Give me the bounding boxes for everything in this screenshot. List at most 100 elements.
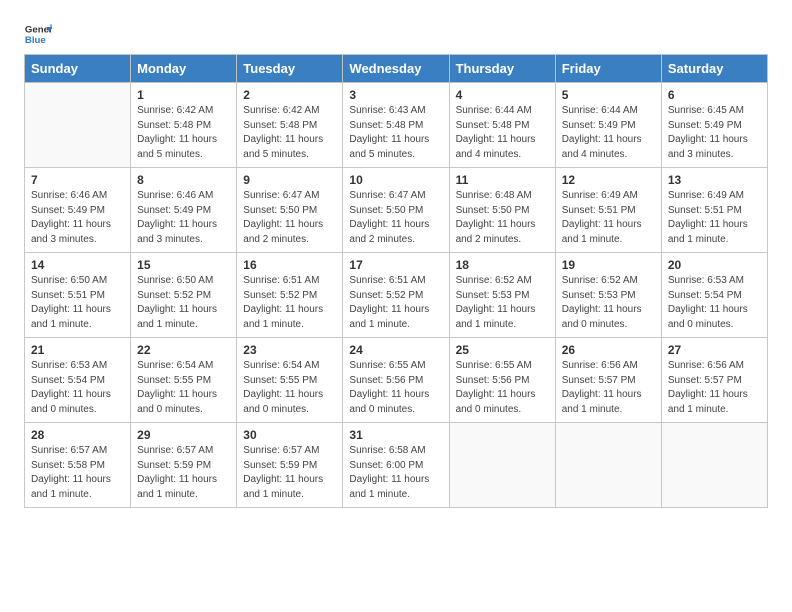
calendar-cell — [661, 423, 767, 508]
page-header: General Blue — [24, 20, 768, 48]
calendar-cell — [25, 83, 131, 168]
calendar-cell: 17 Sunrise: 6:51 AMSunset: 5:52 PMDayligh… — [343, 253, 449, 338]
day-info: Sunrise: 6:50 AMSunset: 5:52 PMDaylight:… — [137, 274, 230, 332]
day-number: 15 — [137, 258, 230, 272]
day-number: 1 — [137, 88, 230, 102]
day-info: Sunrise: 6:46 AMSunset: 5:49 PMDaylight:… — [31, 189, 124, 247]
day-info: Sunrise: 6:55 AMSunset: 5:56 PMDaylight:… — [456, 359, 549, 417]
day-number: 3 — [349, 88, 442, 102]
day-number: 30 — [243, 428, 336, 442]
day-info: Sunrise: 6:49 AMSunset: 5:51 PMDaylight:… — [562, 189, 655, 247]
day-info: Sunrise: 6:51 AMSunset: 5:52 PMDaylight:… — [349, 274, 442, 332]
day-info: Sunrise: 6:58 AMSunset: 6:00 PMDaylight:… — [349, 444, 442, 502]
day-info: Sunrise: 6:49 AMSunset: 5:51 PMDaylight:… — [668, 189, 761, 247]
day-number: 28 — [31, 428, 124, 442]
day-info: Sunrise: 6:47 AMSunset: 5:50 PMDaylight:… — [349, 189, 442, 247]
calendar-cell: 7Sunrise: 6:46 AMSunset: 5:49 PMDaylight… — [25, 168, 131, 253]
calendar-week-row: 7Sunrise: 6:46 AMSunset: 5:49 PMDaylight… — [25, 168, 768, 253]
calendar-cell: 11 Sunrise: 6:48 AMSunset: 5:50 PMDayligh… — [449, 168, 555, 253]
day-info: Sunrise: 6:43 AMSunset: 5:48 PMDaylight:… — [349, 104, 442, 162]
calendar-cell: 24 Sunrise: 6:55 AMSunset: 5:56 PMDayligh… — [343, 338, 449, 423]
calendar-cell: 31 Sunrise: 6:58 AMSunset: 6:00 PMDayligh… — [343, 423, 449, 508]
calendar-week-row: 1 Sunrise: 6:42 AMSunset: 5:48 PMDaylight… — [25, 83, 768, 168]
day-number: 16 — [243, 258, 336, 272]
day-number: 23 — [243, 343, 336, 357]
calendar-cell: 18 Sunrise: 6:52 AMSunset: 5:53 PMDayligh… — [449, 253, 555, 338]
calendar-cell: 12Sunrise: 6:49 AMSunset: 5:51 PMDayligh… — [555, 168, 661, 253]
day-number: 10 — [349, 173, 442, 187]
day-number: 22 — [137, 343, 230, 357]
day-info: Sunrise: 6:56 AMSunset: 5:57 PMDaylight:… — [668, 359, 761, 417]
day-number: 18 — [456, 258, 549, 272]
day-info: Sunrise: 6:45 AMSunset: 5:49 PMDaylight:… — [668, 104, 761, 162]
calendar-cell: 20Sunrise: 6:53 AMSunset: 5:54 PMDayligh… — [661, 253, 767, 338]
day-info: Sunrise: 6:57 AMSunset: 5:58 PMDaylight:… — [31, 444, 124, 502]
calendar-cell: 21 Sunrise: 6:53 AMSunset: 5:54 PMDayligh… — [25, 338, 131, 423]
day-number: 24 — [349, 343, 442, 357]
day-number: 6 — [668, 88, 761, 102]
svg-text:Blue: Blue — [25, 35, 46, 46]
day-info: Sunrise: 6:55 AMSunset: 5:56 PMDaylight:… — [349, 359, 442, 417]
day-number: 13 — [668, 173, 761, 187]
calendar-cell: 22Sunrise: 6:54 AMSunset: 5:55 PMDayligh… — [131, 338, 237, 423]
day-number: 9 — [243, 173, 336, 187]
calendar-cell: 23 Sunrise: 6:54 AMSunset: 5:55 PMDayligh… — [237, 338, 343, 423]
day-number: 29 — [137, 428, 230, 442]
day-number: 19 — [562, 258, 655, 272]
day-info: Sunrise: 6:46 AMSunset: 5:49 PMDaylight:… — [137, 189, 230, 247]
day-info: Sunrise: 6:50 AMSunset: 5:51 PMDaylight:… — [31, 274, 124, 332]
calendar-header-row: SundayMondayTuesdayWednesdayThursdayFrid… — [25, 55, 768, 83]
calendar-week-row: 14 Sunrise: 6:50 AMSunset: 5:51 PMDayligh… — [25, 253, 768, 338]
calendar-cell: 5Sunrise: 6:44 AMSunset: 5:49 PMDaylight… — [555, 83, 661, 168]
day-info: Sunrise: 6:57 AMSunset: 5:59 PMDaylight:… — [137, 444, 230, 502]
day-info: Sunrise: 6:47 AMSunset: 5:50 PMDaylight:… — [243, 189, 336, 247]
day-info: Sunrise: 6:52 AMSunset: 5:53 PMDaylight:… — [456, 274, 549, 332]
col-header-wednesday: Wednesday — [343, 55, 449, 83]
col-header-tuesday: Tuesday — [237, 55, 343, 83]
calendar-cell: 10 Sunrise: 6:47 AMSunset: 5:50 PMDayligh… — [343, 168, 449, 253]
calendar-cell: 15 Sunrise: 6:50 AMSunset: 5:52 PMDayligh… — [131, 253, 237, 338]
calendar-cell: 27Sunrise: 6:56 AMSunset: 5:57 PMDayligh… — [661, 338, 767, 423]
day-info: Sunrise: 6:51 AMSunset: 5:52 PMDaylight:… — [243, 274, 336, 332]
calendar-cell: 26 Sunrise: 6:56 AMSunset: 5:57 PMDayligh… — [555, 338, 661, 423]
day-number: 26 — [562, 343, 655, 357]
day-info: Sunrise: 6:56 AMSunset: 5:57 PMDaylight:… — [562, 359, 655, 417]
col-header-thursday: Thursday — [449, 55, 555, 83]
calendar-cell — [449, 423, 555, 508]
col-header-saturday: Saturday — [661, 55, 767, 83]
day-info: Sunrise: 6:53 AMSunset: 5:54 PMDaylight:… — [31, 359, 124, 417]
calendar-cell: 29 Sunrise: 6:57 AMSunset: 5:59 PMDayligh… — [131, 423, 237, 508]
calendar-cell: 3 Sunrise: 6:43 AMSunset: 5:48 PMDaylight… — [343, 83, 449, 168]
calendar-cell: 13 Sunrise: 6:49 AMSunset: 5:51 PMDayligh… — [661, 168, 767, 253]
calendar-cell: 25 Sunrise: 6:55 AMSunset: 5:56 PMDayligh… — [449, 338, 555, 423]
day-number: 14 — [31, 258, 124, 272]
day-info: Sunrise: 6:44 AMSunset: 5:48 PMDaylight:… — [456, 104, 549, 162]
calendar-week-row: 28 Sunrise: 6:57 AMSunset: 5:58 PMDayligh… — [25, 423, 768, 508]
calendar-table: SundayMondayTuesdayWednesdayThursdayFrid… — [24, 54, 768, 508]
calendar-cell: 6 Sunrise: 6:45 AMSunset: 5:49 PMDaylight… — [661, 83, 767, 168]
col-header-friday: Friday — [555, 55, 661, 83]
calendar-cell: 8 Sunrise: 6:46 AMSunset: 5:49 PMDaylight… — [131, 168, 237, 253]
day-info: Sunrise: 6:48 AMSunset: 5:50 PMDaylight:… — [456, 189, 549, 247]
svg-text:General: General — [25, 24, 52, 35]
day-info: Sunrise: 6:44 AMSunset: 5:49 PMDaylight:… — [562, 104, 655, 162]
calendar-cell: 28 Sunrise: 6:57 AMSunset: 5:58 PMDayligh… — [25, 423, 131, 508]
day-number: 4 — [456, 88, 549, 102]
day-number: 31 — [349, 428, 442, 442]
day-number: 17 — [349, 258, 442, 272]
day-number: 11 — [456, 173, 549, 187]
calendar-cell: 9 Sunrise: 6:47 AMSunset: 5:50 PMDaylight… — [237, 168, 343, 253]
calendar-cell: 19Sunrise: 6:52 AMSunset: 5:53 PMDayligh… — [555, 253, 661, 338]
calendar-cell — [555, 423, 661, 508]
day-info: Sunrise: 6:42 AMSunset: 5:48 PMDaylight:… — [137, 104, 230, 162]
col-header-sunday: Sunday — [25, 55, 131, 83]
logo-icon: General Blue — [24, 20, 52, 48]
day-info: Sunrise: 6:54 AMSunset: 5:55 PMDaylight:… — [243, 359, 336, 417]
day-number: 8 — [137, 173, 230, 187]
day-number: 2 — [243, 88, 336, 102]
calendar-cell: 16 Sunrise: 6:51 AMSunset: 5:52 PMDayligh… — [237, 253, 343, 338]
day-number: 25 — [456, 343, 549, 357]
day-info: Sunrise: 6:42 AMSunset: 5:48 PMDaylight:… — [243, 104, 336, 162]
day-number: 20 — [668, 258, 761, 272]
day-number: 21 — [31, 343, 124, 357]
